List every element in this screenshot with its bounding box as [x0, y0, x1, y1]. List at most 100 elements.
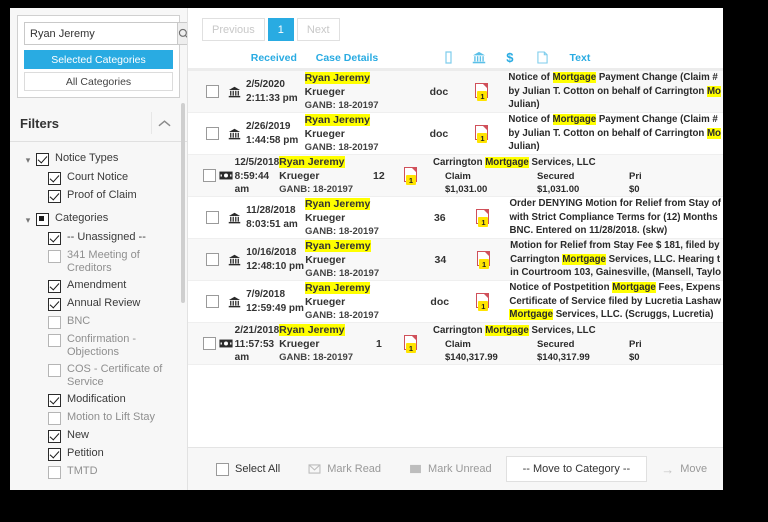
- tree-item-petition[interactable]: Petition: [10, 445, 187, 463]
- next-page-button[interactable]: Next: [296, 18, 340, 41]
- mark-unread-button[interactable]: Mark Unread: [395, 456, 506, 482]
- table-row[interactable]: 2/21/2018 11:57:53 am Ryan Jeremy Kruege…: [188, 323, 723, 365]
- checkbox-cos-certificate[interactable]: [48, 364, 61, 377]
- tree-item-annual-review[interactable]: Annual Review: [10, 295, 187, 313]
- case-details-cell: Ryan Jeremy Krueger GANB: 18-20197: [304, 281, 411, 322]
- table-row[interactable]: 10/16/2018 12:48:10 pm Ryan Jeremy Krueg…: [188, 239, 723, 281]
- pdf-attachment[interactable]: 1: [467, 125, 498, 143]
- claim-col-header: Secured: [537, 338, 575, 350]
- row-checkbox[interactable]: [203, 169, 217, 182]
- tree-item-confirmation-objections[interactable]: Confirmation - Objections: [10, 331, 187, 361]
- checkbox-motion-to-lift-stay[interactable]: [48, 412, 61, 425]
- checkbox-341-meeting[interactable]: [48, 250, 61, 263]
- header-received[interactable]: Received: [251, 52, 316, 64]
- pdf-attachment[interactable]: 1: [400, 167, 423, 185]
- pdf-file-icon[interactable]: 1: [476, 209, 491, 227]
- checkbox-notice-types[interactable]: [36, 153, 49, 166]
- tree-item-label: -- Unassigned --: [67, 231, 146, 243]
- pdf-file-icon[interactable]: 1: [477, 251, 492, 269]
- checkbox-categories[interactable]: [36, 213, 49, 226]
- row-checkbox[interactable]: [206, 127, 220, 140]
- tree-item-proof-of-claim[interactable]: Proof of Claim: [10, 187, 187, 205]
- checkbox-tmtd[interactable]: [48, 466, 61, 479]
- table-row[interactable]: 7/9/2018 12:59:49 pm Ryan Jeremy Krueger…: [188, 281, 723, 323]
- pdf-attachment[interactable]: 1: [469, 251, 500, 269]
- courthouse-icon[interactable]: [464, 51, 495, 64]
- previous-page-button[interactable]: Previous: [202, 18, 265, 41]
- chevron-down-icon[interactable]: ▾: [22, 153, 34, 167]
- tree-item-unassigned[interactable]: -- Unassigned --: [10, 229, 187, 247]
- table-row[interactable]: 2/26/2019 1:44:58 pm Ryan Jeremy Krueger…: [188, 113, 723, 155]
- row-checkbox[interactable]: [206, 211, 220, 224]
- tree-item-bnc[interactable]: BNC: [10, 313, 187, 331]
- header-case-details[interactable]: Case Details: [316, 52, 433, 64]
- debtor-name: Ryan Jeremy Krueger: [304, 281, 411, 309]
- search-icon[interactable]: [177, 22, 187, 45]
- notice-text-line: Carrington Mortgage Services, LLC. Heari…: [510, 253, 721, 265]
- checkbox-modification[interactable]: [48, 394, 61, 407]
- search-input[interactable]: [24, 22, 177, 45]
- checkbox-court-notice[interactable]: [48, 172, 61, 185]
- pdf-attachment[interactable]: 1: [467, 83, 498, 101]
- claim-col-header: Pri: [629, 338, 642, 350]
- row-checkbox[interactable]: [206, 295, 220, 308]
- select-all-control[interactable]: Select All: [202, 456, 294, 482]
- pdf-attachment[interactable]: 1: [468, 293, 499, 311]
- pdf-file-icon[interactable]: 1: [475, 83, 490, 101]
- checkbox-proof-of-claim[interactable]: [48, 190, 61, 203]
- pdf-count-badge: 1: [478, 301, 489, 311]
- tree-item-tmtd[interactable]: TMTD: [10, 463, 187, 481]
- checkbox-confirmation-objections[interactable]: [48, 334, 61, 347]
- tree-item-341-meeting[interactable]: 341 Meeting of Creditors: [10, 247, 187, 277]
- received-cell: 7/9/2018 12:59:49 pm: [246, 288, 305, 315]
- mark-read-button[interactable]: Mark Read: [294, 456, 395, 482]
- tree-item-notice-types[interactable]: ▾ Notice Types: [10, 150, 187, 169]
- notice-text-cell: Notice of Mortgage Payment Change (Claim…: [498, 71, 723, 112]
- checkbox-bnc[interactable]: [48, 316, 61, 329]
- select-all-checkbox[interactable]: [216, 462, 229, 476]
- tab-selected-categories[interactable]: Selected Categories: [24, 50, 173, 69]
- sidebar-scrollbar[interactable]: [181, 103, 185, 303]
- row-checkbox[interactable]: [203, 337, 217, 350]
- search-row: [24, 22, 187, 45]
- checkbox-unassigned[interactable]: [48, 232, 61, 245]
- checkbox-amendment[interactable]: [48, 280, 61, 293]
- chevron-up-icon[interactable]: [151, 112, 177, 134]
- pdf-file-icon[interactable]: [525, 51, 559, 64]
- claim-col-value: $140,317.99: [537, 351, 590, 363]
- mark-read-label: Mark Read: [327, 463, 382, 475]
- dollar-icon[interactable]: $: [495, 50, 526, 65]
- debtor-name: Ryan Jeremy Krueger: [304, 113, 411, 141]
- checkbox-new[interactable]: [48, 430, 61, 443]
- move-to-category-select[interactable]: -- Move to Category --: [505, 456, 648, 482]
- tree-item-amendment[interactable]: Amendment: [10, 277, 187, 295]
- table-row[interactable]: 11/28/2018 8:03:51 am Ryan Jeremy Kruege…: [188, 197, 723, 239]
- tree-item-cos-certificate[interactable]: COS - Certificate of Service: [10, 361, 187, 391]
- document-icon[interactable]: [433, 51, 464, 64]
- tree-item-categories[interactable]: ▾ Categories: [10, 210, 187, 229]
- pdf-file-icon[interactable]: 1: [476, 293, 491, 311]
- table-row[interactable]: 12/5/2018 8:59:44 am Ryan Jeremy Krueger…: [188, 155, 723, 197]
- tree-item-new[interactable]: New: [10, 427, 187, 445]
- header-text[interactable]: Text: [560, 52, 723, 64]
- checkbox-petition[interactable]: [48, 448, 61, 461]
- row-checkbox[interactable]: [206, 253, 220, 266]
- table-row[interactable]: 2/5/2020 2:11:33 pm Ryan Jeremy Krueger …: [188, 71, 723, 113]
- tab-all-categories[interactable]: All Categories: [24, 72, 173, 91]
- pdf-attachment[interactable]: 1: [468, 209, 499, 227]
- tree-item-modification[interactable]: Modification: [10, 391, 187, 409]
- pdf-file-icon[interactable]: 1: [404, 335, 419, 353]
- page-1-button[interactable]: 1: [267, 18, 294, 41]
- received-cell: 2/26/2019 1:44:58 pm: [246, 120, 305, 147]
- tree-item-court-notice[interactable]: Court Notice: [10, 169, 187, 187]
- pdf-attachment[interactable]: 1: [400, 335, 423, 353]
- debtor-name-rest: Krueger: [279, 338, 320, 350]
- money-icon: [218, 171, 235, 180]
- chevron-down-icon[interactable]: ▾: [22, 213, 34, 227]
- tree-item-motion-to-lift-stay[interactable]: Motion to Lift Stay: [10, 409, 187, 427]
- checkbox-annual-review[interactable]: [48, 298, 61, 311]
- row-checkbox[interactable]: [206, 85, 220, 98]
- pdf-file-icon[interactable]: 1: [475, 125, 490, 143]
- pdf-file-icon[interactable]: 1: [404, 167, 419, 185]
- move-button[interactable]: → Move: [647, 456, 721, 482]
